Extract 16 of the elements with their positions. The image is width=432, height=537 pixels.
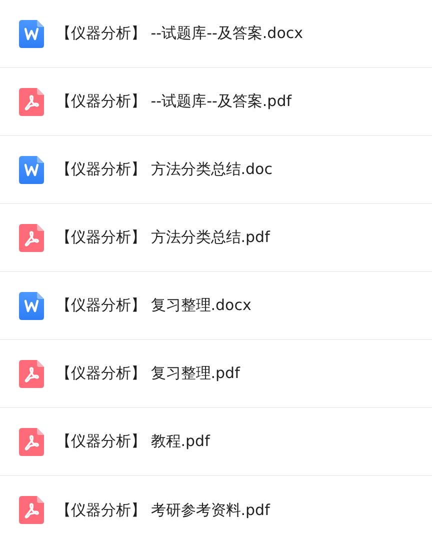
pdf-document-icon [19, 496, 44, 524]
file-name[interactable]: 【仪器分析】 复习整理.docx [56, 296, 252, 315]
file-name[interactable]: 【仪器分析】 复习整理.pdf [56, 364, 240, 383]
word-document-icon [19, 156, 44, 184]
pdf-document-icon [19, 88, 44, 116]
file-name[interactable]: 【仪器分析】 考研参考资料.pdf [56, 500, 270, 520]
file-name[interactable]: 【仪器分析】 --试题库--及答案.pdf [56, 92, 292, 111]
pdf-document-icon [19, 360, 44, 388]
pdf-document-icon [19, 428, 44, 456]
file-name[interactable]: 【仪器分析】 方法分类总结.pdf [56, 228, 270, 247]
word-document-icon [19, 292, 44, 320]
file-name[interactable]: 【仪器分析】 方法分类总结.doc [56, 160, 272, 179]
word-document-icon [19, 20, 44, 48]
file-name[interactable]: 【仪器分析】 教程.pdf [56, 432, 210, 451]
pdf-document-icon [19, 224, 44, 252]
file-name[interactable]: 【仪器分析】 --试题库--及答案.docx [56, 24, 304, 43]
